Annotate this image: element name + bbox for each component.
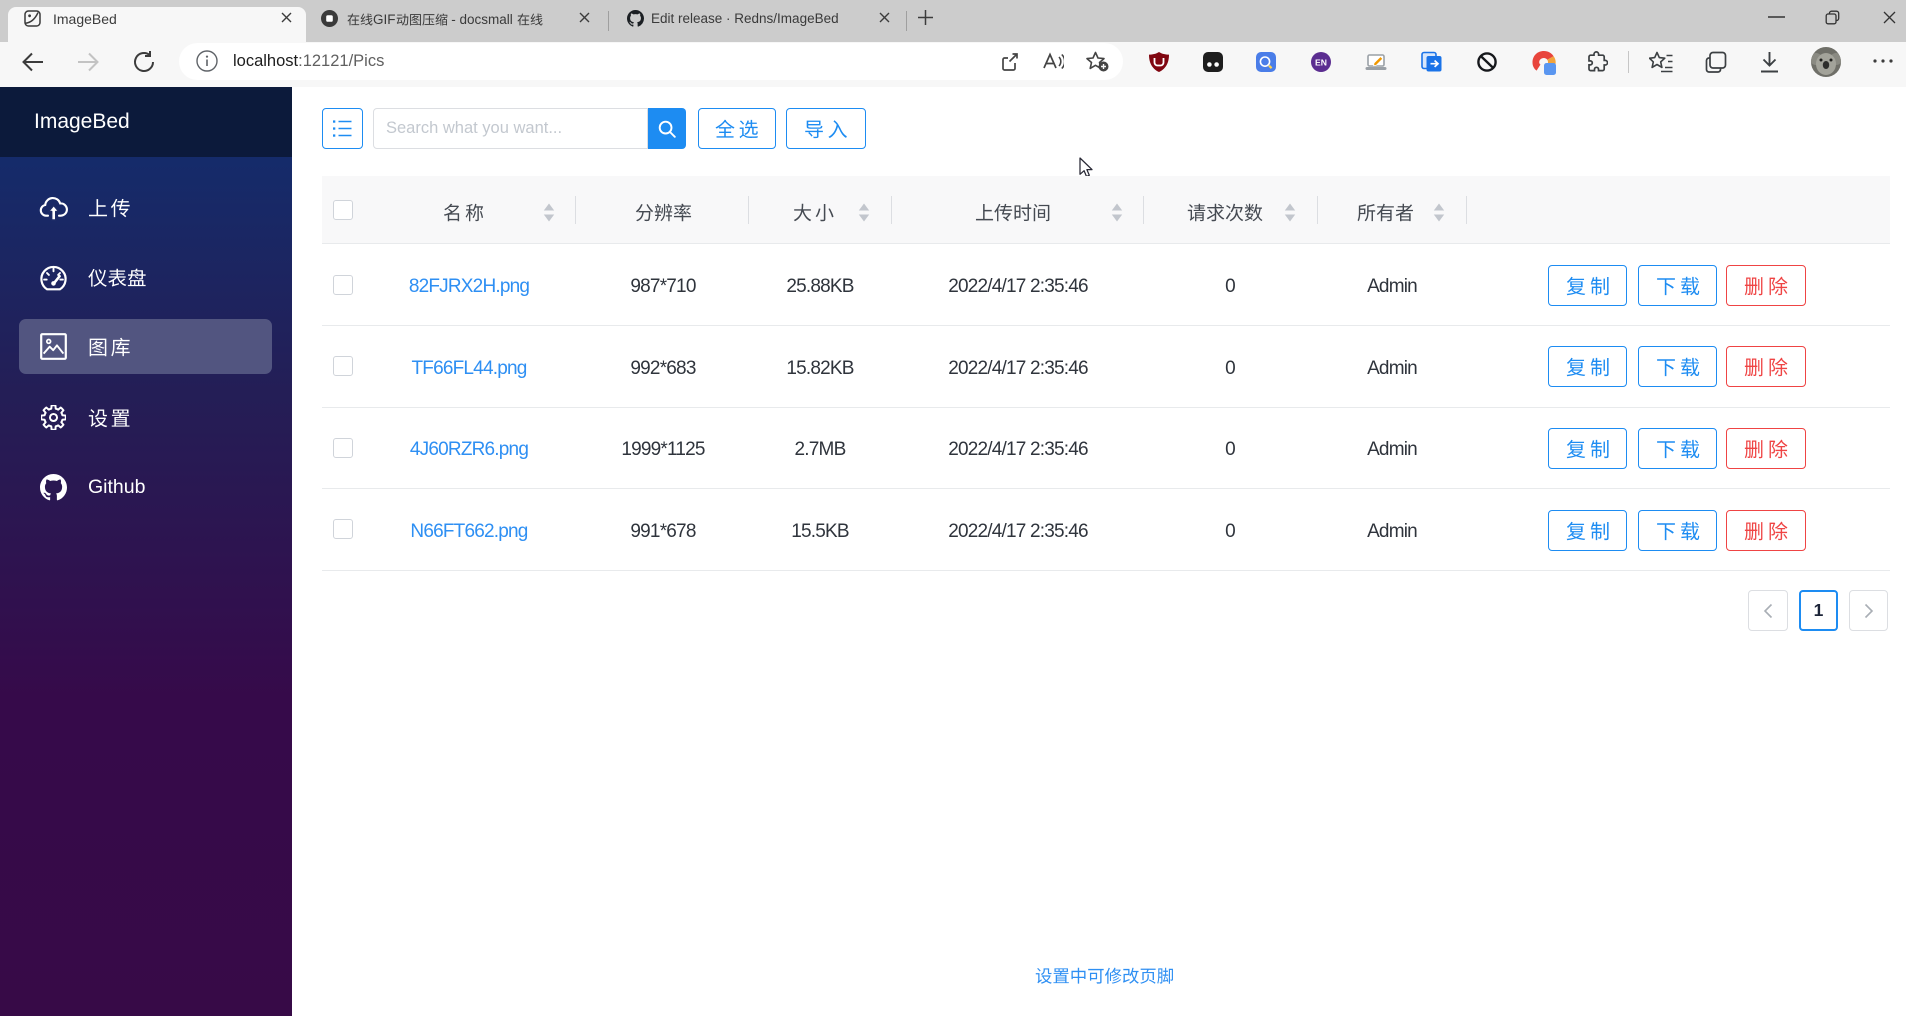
svg-text:EN: EN — [1315, 57, 1327, 67]
